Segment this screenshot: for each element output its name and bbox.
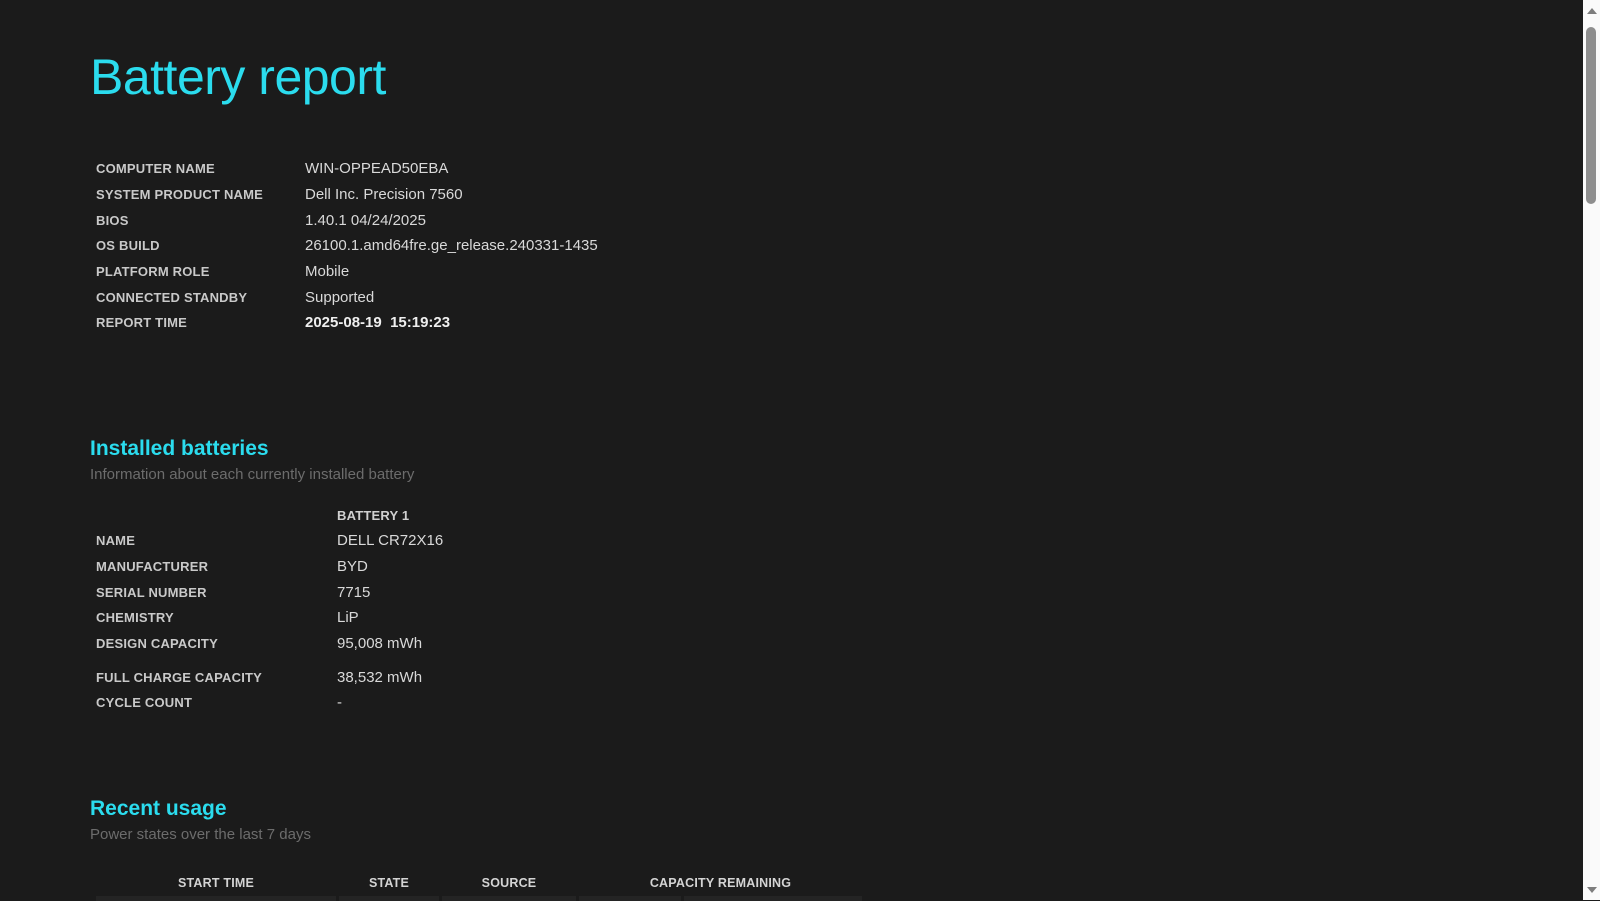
system-info-label: OS BUILD xyxy=(96,238,160,254)
system-info-row: BIOS 1.40.1 04/24/2025 xyxy=(90,207,1540,233)
system-info-table: COMPUTER NAME WIN-OPPEAD50EBA SYSTEM PRO… xyxy=(90,156,1540,336)
battery-info-row: CYCLE COUNT - xyxy=(90,690,1540,716)
installed-batteries-table: BATTERY 1 NAME DELL CR72X16 MANUFACTURER… xyxy=(90,503,1540,716)
column-header-source: SOURCE xyxy=(481,875,537,890)
system-info-value: Dell Inc. Precision 7560 xyxy=(305,186,463,204)
system-info-row: COMPUTER NAME WIN-OPPEAD50EBA xyxy=(90,156,1540,182)
recent-usage-table: START TIME STATE SOURCE CAPACITY REMAINI… xyxy=(96,876,1540,901)
scrollbar-thumb[interactable] xyxy=(1586,27,1596,204)
system-info-value: Supported xyxy=(305,288,375,306)
vertical-scrollbar[interactable] xyxy=(1583,0,1600,900)
system-info-label: COMPUTER NAME xyxy=(96,161,215,177)
battery-info-label: MANUFACTURER xyxy=(96,558,209,574)
system-info-row: CONNECTED STANDBY Supported xyxy=(90,284,1540,310)
system-info-row: SYSTEM PRODUCT NAME Dell Inc. Precision … xyxy=(90,182,1540,208)
system-info-value: 26100.1.amd64fre.ge_release.240331-1435 xyxy=(305,237,598,255)
battery-info-value: 7715 xyxy=(337,583,371,601)
system-info-row: OS BUILD 26100.1.amd64fre.ge_release.240… xyxy=(90,233,1540,259)
battery-info-label: CHEMISTRY xyxy=(96,610,174,626)
system-info-value: WIN-OPPEAD50EBA xyxy=(305,160,449,178)
scroll-down-icon[interactable] xyxy=(1583,881,1600,898)
battery-info-label: NAME xyxy=(96,533,136,549)
column-header-start-time: START TIME xyxy=(177,875,255,890)
recent-usage-heading: Recent usage xyxy=(90,796,227,820)
system-info-value: Mobile xyxy=(305,263,350,281)
system-info-row: PLATFORM ROLE Mobile xyxy=(90,259,1540,285)
battery-info-value: DELL CR72X16 xyxy=(337,532,444,550)
report-time-value: 2025-08-19 15:19:23 xyxy=(305,314,451,332)
battery-info-value: BYD xyxy=(337,557,368,575)
battery-info-value: - xyxy=(337,694,342,712)
battery-info-row: SERIAL NUMBER 7715 xyxy=(90,579,1540,605)
battery-info-label: FULL CHARGE CAPACITY xyxy=(96,669,263,685)
battery-1-column-header: BATTERY 1 xyxy=(337,507,410,523)
battery-info-row: NAME DELL CR72X16 xyxy=(90,528,1540,554)
battery-info-value: 95,008 mWh xyxy=(337,634,423,652)
column-header-capacity-remaining: CAPACITY REMAINING xyxy=(649,875,792,890)
battery-table-header-row: BATTERY 1 xyxy=(90,503,1540,528)
system-info-label: CONNECTED STANDBY xyxy=(96,289,248,305)
installed-batteries-subheading: Information about each currently install… xyxy=(90,465,415,483)
battery-info-label: CYCLE COUNT xyxy=(96,695,193,711)
recent-usage-header-row: START TIME STATE SOURCE CAPACITY REMAINI… xyxy=(96,876,1540,890)
battery-info-value: 38,532 mWh xyxy=(337,668,423,686)
scroll-up-icon[interactable] xyxy=(1583,2,1600,19)
system-info-row: REPORT TIME 2025-08-19 15:19:23 xyxy=(90,310,1540,336)
battery-info-row: MANUFACTURER BYD xyxy=(90,554,1540,580)
installed-batteries-heading: Installed batteries xyxy=(90,436,269,460)
battery-report-page: Battery report COMPUTER NAME WIN-OPPEAD5… xyxy=(0,0,1600,901)
column-header-state: STATE xyxy=(368,875,410,890)
system-info-label: PLATFORM ROLE xyxy=(96,264,210,280)
system-info-value: 1.40.1 04/24/2025 xyxy=(305,211,426,229)
recent-usage-subheading: Power states over the last 7 days xyxy=(90,825,311,843)
system-info-label: REPORT TIME xyxy=(96,315,188,331)
system-info-label: BIOS xyxy=(96,212,129,228)
battery-info-row: FULL CHARGE CAPACITY 38,532 mWh xyxy=(90,664,1540,690)
battery-info-row: CHEMISTRY LiP xyxy=(90,605,1540,631)
battery-info-label: DESIGN CAPACITY xyxy=(96,635,218,651)
battery-info-label: SERIAL NUMBER xyxy=(96,584,207,600)
battery-info-row: DESIGN CAPACITY 95,008 mWh xyxy=(90,631,1540,657)
page-title: Battery report xyxy=(90,49,386,105)
battery-info-value: LiP xyxy=(337,609,359,627)
system-info-label: SYSTEM PRODUCT NAME xyxy=(96,187,264,203)
